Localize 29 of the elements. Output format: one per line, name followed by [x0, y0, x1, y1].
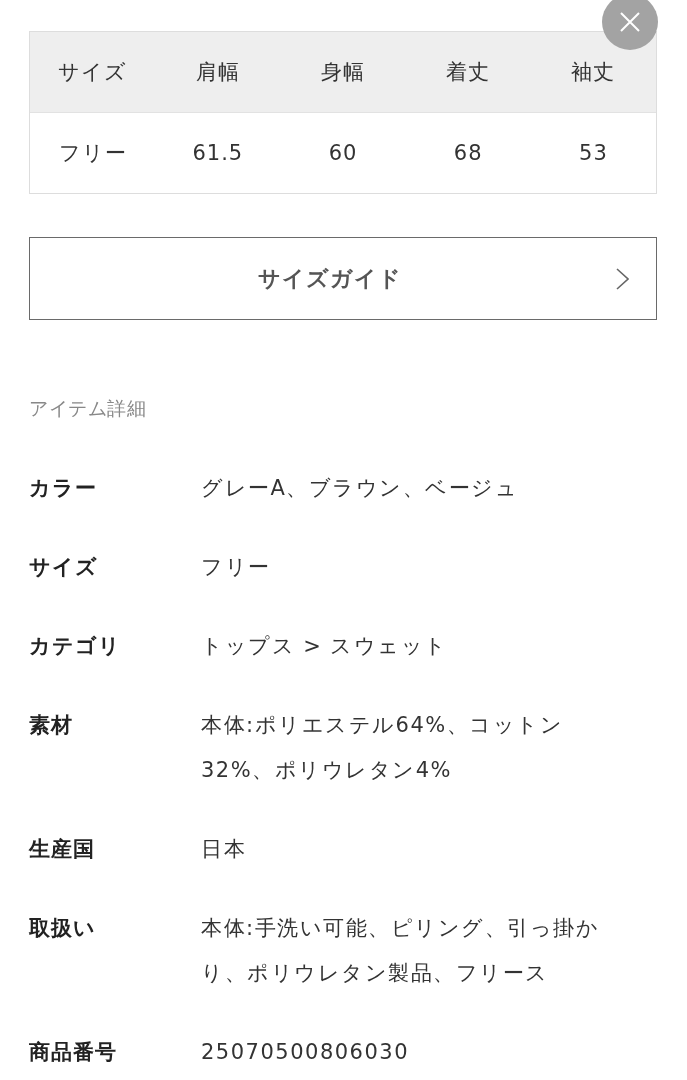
table-cell: 53: [579, 141, 608, 165]
detail-label: 生産国: [29, 836, 95, 863]
column-header: 着丈: [446, 59, 491, 86]
detail-value: グレーA、ブラウン、ベージュ: [201, 475, 520, 502]
column-header: 袖丈: [571, 59, 616, 86]
detail-label: サイズ: [29, 554, 98, 581]
detail-label: 素材: [29, 712, 73, 739]
detail-value: フリー: [201, 554, 272, 581]
detail-value: 日本: [201, 836, 247, 863]
table-cell-text: フリー: [58, 140, 127, 167]
section-title: アイテム詳細: [29, 396, 146, 420]
column-header: 身幅: [321, 59, 365, 86]
size-guide-button[interactable]: サイズガイド: [29, 237, 657, 320]
detail-value: 本体:ポリエステル64%、コットン32%、ポリウレタン4%: [201, 712, 565, 784]
table-cell: 60: [328, 141, 358, 165]
column-header: 肩幅: [195, 59, 240, 86]
detail-value: トップス > スウェット: [201, 633, 449, 660]
detail-label: 商品番号: [29, 1039, 117, 1066]
detail-label: カテゴリ: [29, 633, 121, 660]
close-icon: [620, 12, 640, 32]
close-button[interactable]: [602, 0, 658, 50]
table-cell: 68: [453, 141, 483, 165]
detail-label: 取扱い: [29, 915, 96, 942]
detail-label: カラー: [29, 475, 97, 502]
detail-value: 25070500806030: [201, 1039, 411, 1066]
column-header: サイズ: [58, 59, 128, 86]
detail-value: 本体:手洗い可能、ピリング、引っ掛かり、ポリウレタン製品、フリース: [201, 915, 601, 987]
table-cell: 61.5: [192, 141, 244, 165]
chevron-right-icon: [616, 267, 629, 290]
